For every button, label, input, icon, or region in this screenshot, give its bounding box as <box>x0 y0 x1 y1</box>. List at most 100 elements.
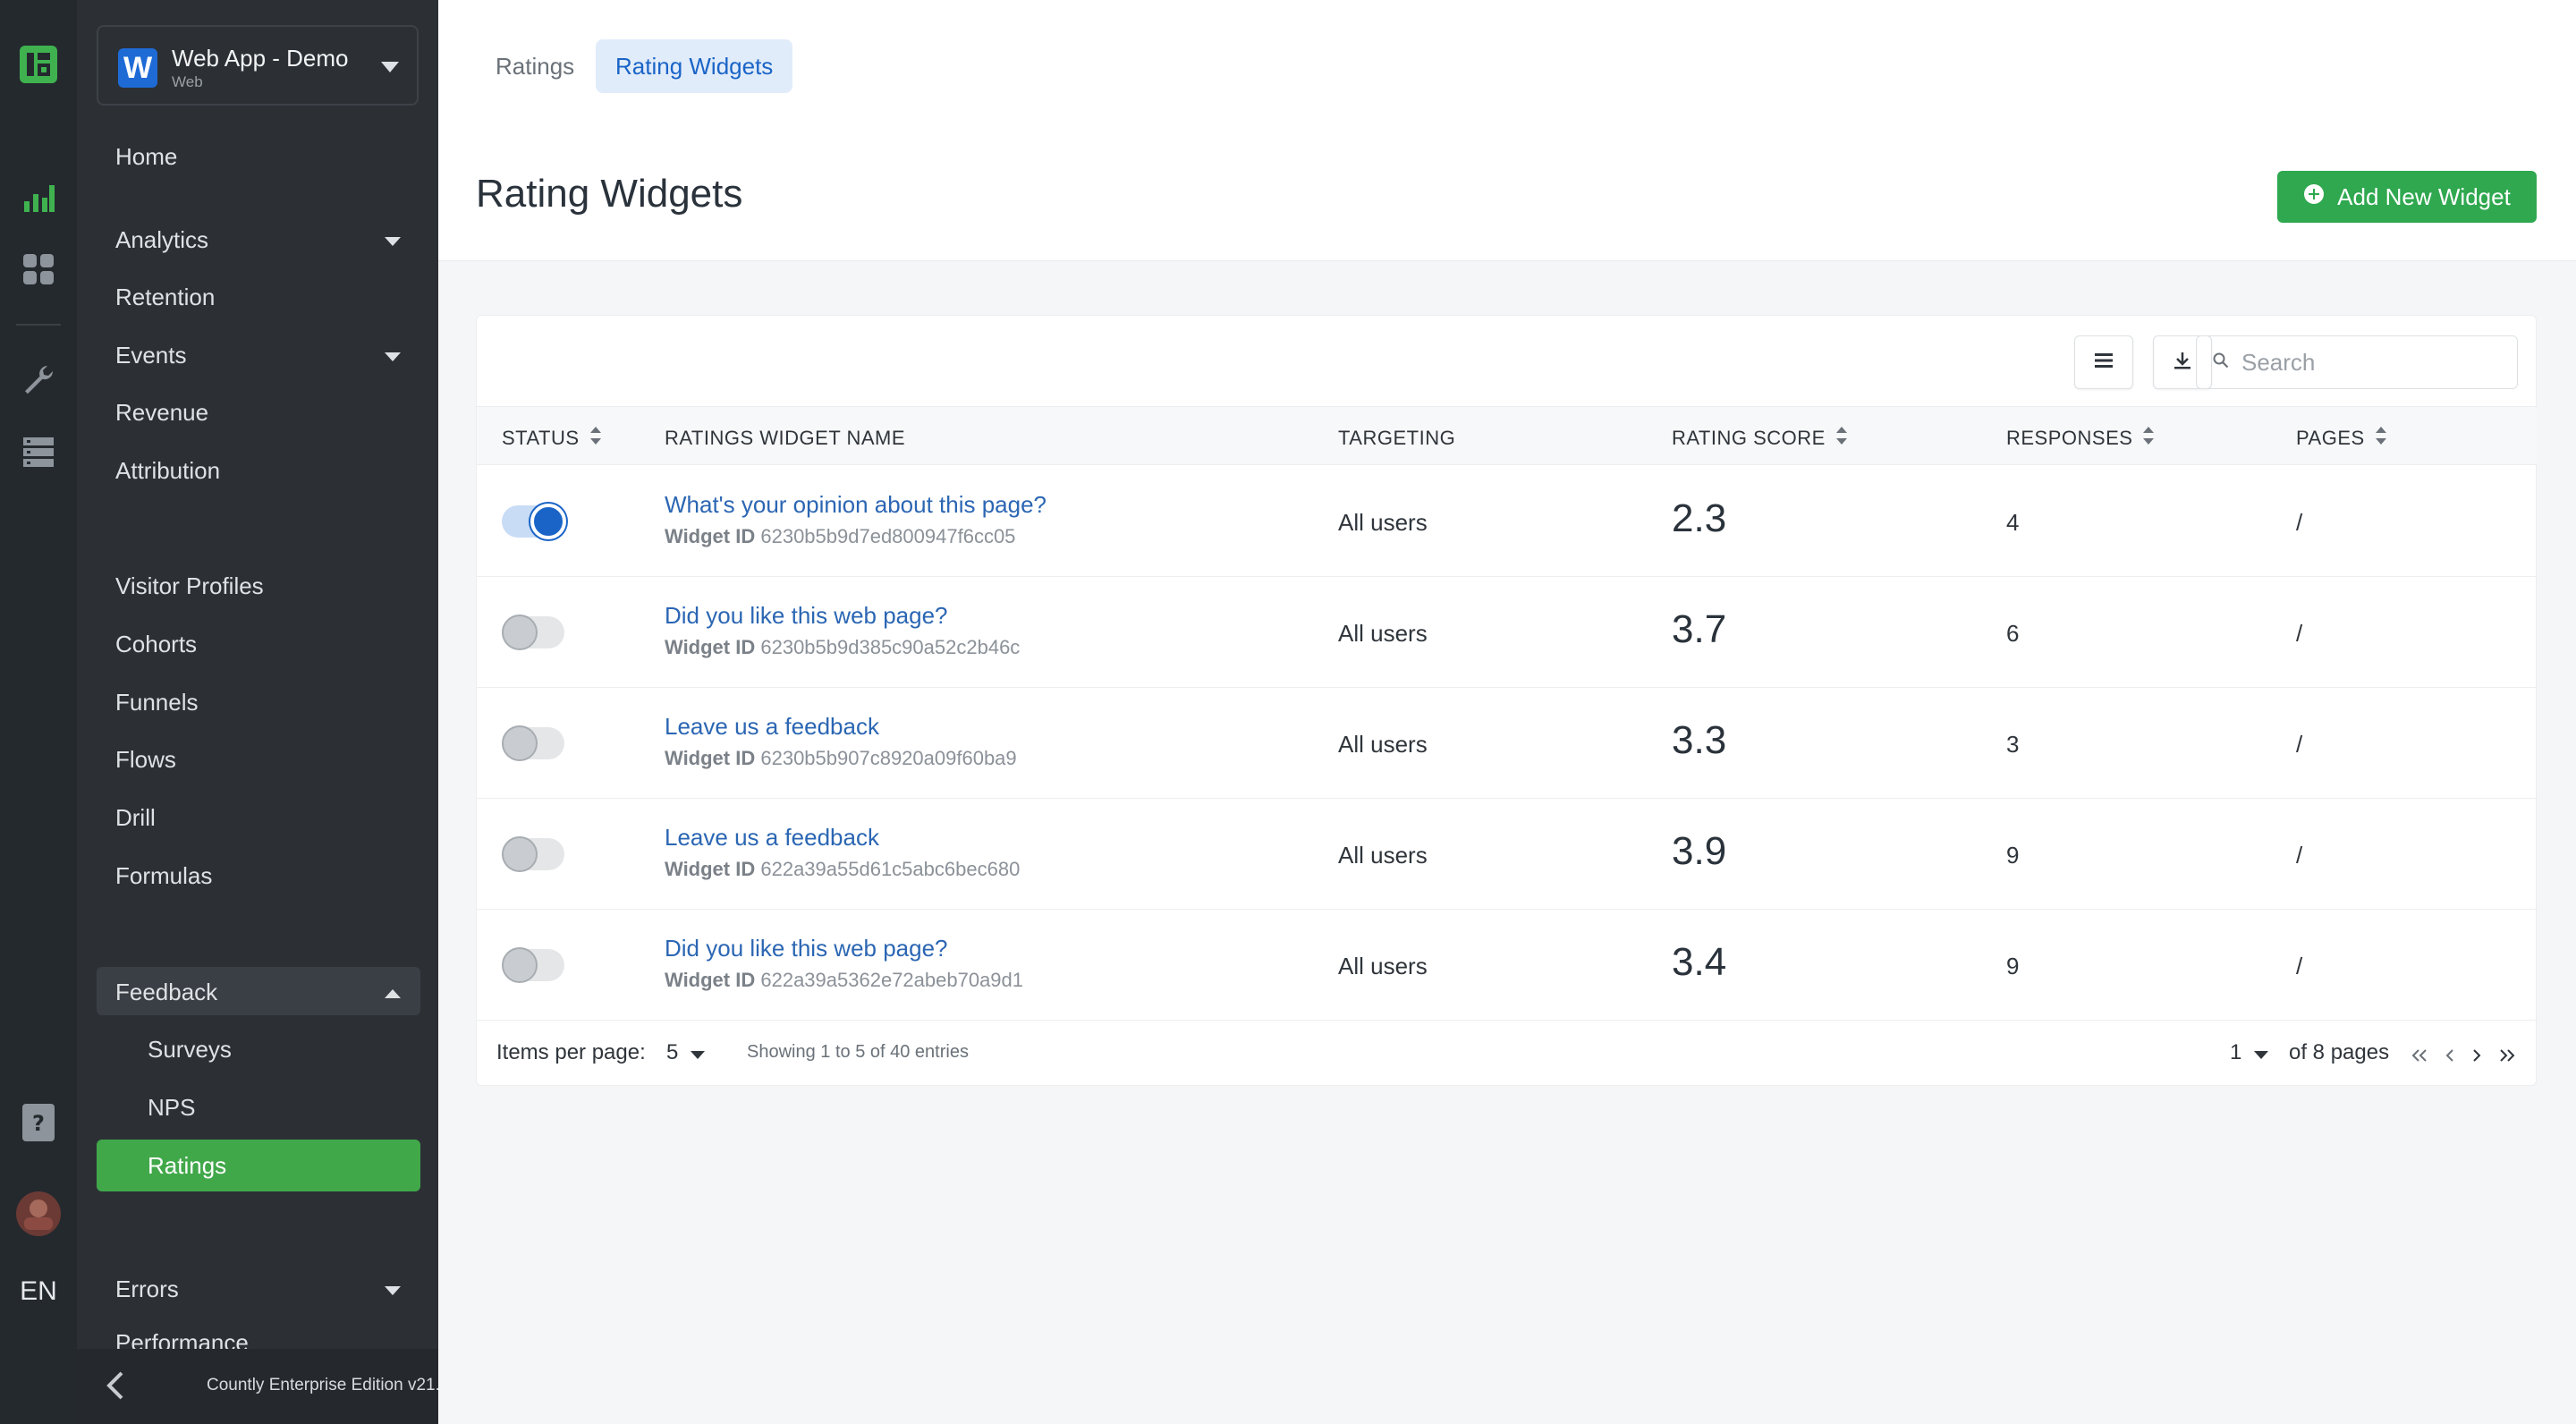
rating-score-value: 3.7 <box>1672 607 1727 651</box>
toggle-knob <box>502 615 538 650</box>
previous-page-icon[interactable] <box>2445 1044 2455 1069</box>
sidebar-item-drill[interactable]: Drill <box>115 804 156 832</box>
download-icon <box>2173 351 2192 375</box>
sidebar-footer: Countly Enterprise Edition v21.11.1 <box>77 1349 438 1424</box>
widget-name-link[interactable]: Leave us a feedback <box>665 824 879 852</box>
app-selector[interactable]: W Web App - Demo Web <box>97 25 419 106</box>
column-targeting: TARGETING <box>1338 427 1456 449</box>
analytics-bar-chart-icon[interactable] <box>0 177 77 218</box>
sidebar-item-attribution[interactable]: Attribution <box>115 457 220 485</box>
status-toggle[interactable] <box>502 504 566 539</box>
table-row: Did you like this web page? Widget ID 62… <box>477 910 2538 1021</box>
responses-value: 6 <box>2006 620 2020 647</box>
search-input[interactable] <box>2241 348 2492 377</box>
next-page-icon[interactable] <box>2471 1044 2482 1069</box>
table-header: STATUS RATINGS WIDGET NAME TARGETING RAT… <box>477 406 2538 465</box>
chevron-down-icon[interactable] <box>385 350 401 366</box>
chevron-up-icon[interactable] <box>385 987 401 1003</box>
sidebar-item-flows[interactable]: Flows <box>115 746 176 774</box>
sidebar-item-formulas[interactable]: Formulas <box>115 862 212 890</box>
widget-id: Widget ID 622a39a5362e72abeb70a9d1 <box>665 969 1024 991</box>
responses-value: 9 <box>2006 842 2020 869</box>
pages-value: / <box>2296 509 2303 536</box>
countly-logo-icon[interactable] <box>0 41 77 88</box>
targeting-value: All users <box>1338 620 1428 647</box>
plus-circle-icon <box>2303 183 2325 211</box>
chevron-down-icon <box>691 1040 706 1065</box>
column-status[interactable]: STATUS <box>502 427 601 450</box>
pagination-bar: Items per page: 5 Showing 1 to 5 of 40 e… <box>477 1021 2538 1087</box>
targeting-value: All users <box>1338 953 1428 979</box>
sidebar-item-feedback[interactable]: Feedback <box>115 979 217 1006</box>
sidebar-item-visitor-profiles[interactable]: Visitor Profiles <box>115 572 264 600</box>
status-toggle[interactable] <box>502 725 564 761</box>
svg-text:?: ? <box>32 1111 45 1136</box>
rating-score-value: 3.4 <box>1672 940 1727 984</box>
first-page-icon[interactable] <box>2411 1044 2428 1069</box>
sort-icon <box>1835 427 1847 450</box>
page-select[interactable]: 1 <box>2230 1040 2269 1065</box>
sidebar-item-surveys[interactable]: Surveys <box>148 1036 232 1064</box>
chevron-down-icon[interactable] <box>385 234 401 250</box>
sidebar-item-events[interactable]: Events <box>115 342 187 369</box>
app-type: Web <box>172 73 203 90</box>
add-new-widget-label: Add New Widget <box>2337 182 2511 210</box>
dashboards-grid-icon[interactable] <box>0 249 77 290</box>
items-per-page-select[interactable]: 5 <box>666 1040 706 1065</box>
sidebar-item-cohorts[interactable]: Cohorts <box>115 631 197 658</box>
sidebar-item-ratings-active-bg <box>97 1140 420 1191</box>
sidebar-item-retention[interactable]: Retention <box>115 284 215 311</box>
column-pages[interactable]: PAGES <box>2296 427 2386 450</box>
status-toggle[interactable] <box>502 836 564 872</box>
widget-name-link[interactable]: Did you like this web page? <box>665 935 948 962</box>
pages-value: / <box>2296 842 2303 869</box>
data-manager-icon[interactable] <box>0 431 77 472</box>
of-pages-label: of 8 pages <box>2289 1040 2390 1064</box>
sidebar-item-revenue[interactable]: Revenue <box>115 399 208 427</box>
tab-ratings[interactable]: Ratings <box>476 39 594 93</box>
sidebar-item-home[interactable]: Home <box>115 143 177 171</box>
sidebar-item-analytics[interactable]: Analytics <box>115 226 208 254</box>
targeting-value: All users <box>1338 731 1428 758</box>
icon-rail: ? EN <box>0 0 77 1424</box>
sidebar-item-nps[interactable]: NPS <box>148 1094 195 1122</box>
rail-divider <box>16 324 61 326</box>
column-widget-name: RATINGS WIDGET NAME <box>665 427 906 449</box>
chevron-down-icon <box>381 61 399 77</box>
status-toggle[interactable] <box>502 615 564 650</box>
responses-value: 9 <box>2006 953 2020 979</box>
help-center-icon[interactable]: ? <box>0 1100 77 1145</box>
widget-id: Widget ID 6230b5b9d7ed800947f6cc05 <box>665 525 1016 547</box>
user-avatar[interactable] <box>0 1190 77 1238</box>
pages-value: / <box>2296 731 2303 758</box>
table-row: What's your opinion about this page? Wid… <box>477 466 2538 577</box>
pages-value: / <box>2296 620 2303 647</box>
column-rating-score[interactable]: RATING SCORE <box>1672 427 1847 450</box>
search-icon <box>2213 352 2229 373</box>
sidebar-item-funnels[interactable]: Funnels <box>115 689 199 716</box>
column-settings-button[interactable] <box>2074 335 2133 389</box>
sidebar-item-errors[interactable]: Errors <box>115 1276 179 1303</box>
sort-icon <box>2143 427 2155 450</box>
widget-name-link[interactable]: Did you like this web page? <box>665 602 948 630</box>
sort-icon <box>2375 427 2386 450</box>
widget-id: Widget ID 622a39a55d61c5abc6bec680 <box>665 858 1021 880</box>
responses-value: 4 <box>2006 509 2020 536</box>
last-page-icon[interactable] <box>2498 1044 2516 1069</box>
management-wrench-icon[interactable] <box>0 360 77 401</box>
chevron-down-icon[interactable] <box>385 1284 401 1300</box>
table-row: Leave us a feedback Widget ID 6230b5b907… <box>477 688 2538 799</box>
language-selector[interactable]: EN <box>0 1274 77 1310</box>
rating-score-value: 3.3 <box>1672 718 1727 762</box>
widget-name-link[interactable]: Leave us a feedback <box>665 713 879 741</box>
add-new-widget-button[interactable]: Add New Widget <box>2277 171 2537 223</box>
collapse-sidebar-icon[interactable] <box>102 1370 129 1405</box>
column-responses[interactable]: RESPONSES <box>2006 427 2155 450</box>
tab-rating-widgets[interactable]: Rating Widgets <box>596 39 793 93</box>
widget-name-link[interactable]: What's your opinion about this page? <box>665 491 1046 519</box>
app-name: Web App - Demo <box>172 45 349 72</box>
widget-id: Widget ID 6230b5b907c8920a09f60ba9 <box>665 747 1017 769</box>
status-toggle[interactable] <box>502 947 564 983</box>
sidebar-item-ratings[interactable]: Ratings <box>148 1152 226 1180</box>
page-title: Rating Widgets <box>476 172 743 216</box>
